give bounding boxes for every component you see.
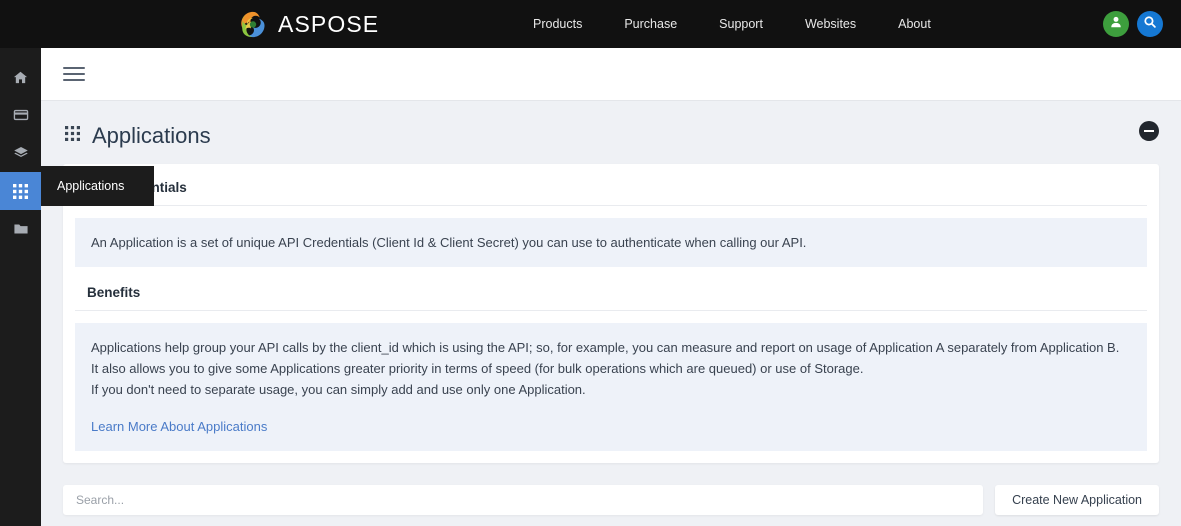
benefits-panel: Applications help group your API calls b… [75,323,1147,451]
nav-item-purchase[interactable]: Purchase [603,0,698,48]
sidebar-item-applications[interactable] [0,172,41,210]
hamburger-bar [63,67,85,69]
top-navigation-bar: ASPOSE Products Purchase Support Website… [0,0,1181,48]
sidebar-item-billing[interactable] [0,96,41,134]
search-button[interactable] [1137,11,1163,37]
applications-info-card: API Credentials An Application is a set … [63,164,1159,463]
top-action-buttons [1103,0,1163,48]
sidebar-item-layers[interactable] [0,134,41,172]
section-heading-api-credentials: API Credentials [75,180,1147,206]
hamburger-menu-icon[interactable] [63,63,85,85]
page-header: Applications [41,101,1181,149]
benefits-text-line-2: It also allows you to give some Applicat… [91,361,864,376]
sidebar-item-files[interactable] [0,210,41,248]
create-new-application-button[interactable]: Create New Application [995,485,1159,515]
api-credentials-panel: An Application is a set of unique API Cr… [75,218,1147,267]
applications-toolbar: Create New Application [41,463,1181,515]
minus-circle-icon [1144,130,1154,132]
benefits-text-line-1: Applications help group your API calls b… [91,340,1120,355]
credit-card-icon [13,107,29,123]
main-content-area: Applications API Credentials An Applicat… [41,48,1181,526]
nav-item-support[interactable]: Support [698,0,784,48]
page-title: Applications [92,123,211,148]
user-account-button[interactable] [1103,11,1129,37]
nav-item-websites[interactable]: Websites [784,0,877,48]
user-icon [1109,15,1123,34]
nav-item-products[interactable]: Products [512,0,603,48]
layers-icon [13,145,29,161]
content-subheader [41,48,1181,101]
grid-icon [13,183,28,199]
api-credentials-text: An Application is a set of unique API Cr… [91,235,807,250]
hamburger-bar [63,79,85,81]
nav-item-about[interactable]: About [877,0,952,48]
benefits-text-line-3: If you don't need to separate usage, you… [91,382,586,397]
primary-nav: Products Purchase Support Websites About [512,0,952,48]
learn-more-link[interactable]: Learn More About Applications [91,416,267,437]
brand-name: ASPOSE [278,10,380,37]
collapse-panel-button[interactable] [1139,121,1159,141]
search-input[interactable] [63,485,984,515]
sidebar-item-home[interactable] [0,58,41,96]
folder-icon [13,221,29,237]
search-icon [1143,15,1157,34]
home-icon [13,70,28,85]
hamburger-bar [63,73,85,75]
sidebar-tooltip-label: Applications [57,179,125,193]
brand-logo-area[interactable]: ASPOSE [238,0,379,48]
section-heading-benefits: Benefits [75,285,1147,311]
left-sidebar-rail [0,48,41,526]
grid-icon [65,126,80,146]
sidebar-tooltip-applications: Applications [41,166,154,206]
aspose-swirl-logo-icon [238,9,268,39]
